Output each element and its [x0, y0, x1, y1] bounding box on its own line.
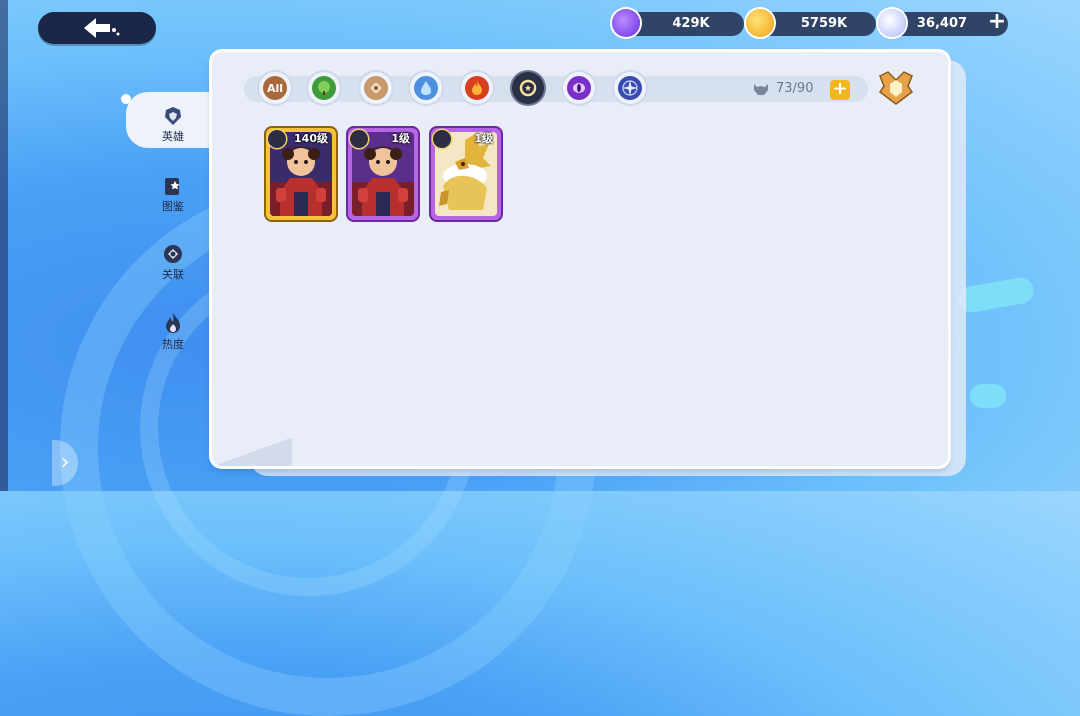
hero-panel: [212, 52, 948, 466]
hero-level: 140级: [294, 132, 328, 145]
energy-icon: [612, 9, 640, 37]
codex-icon: [165, 178, 180, 195]
active-dot: [121, 94, 131, 104]
hero-icon: [165, 107, 181, 125]
water-icon: [414, 76, 438, 100]
light-icon: [516, 76, 540, 100]
flame-icon: [166, 313, 180, 333]
gold-value: 5759K: [800, 16, 848, 31]
shield-emblem-icon[interactable]: [876, 70, 916, 106]
light-element-badge-icon: [433, 130, 451, 148]
light-element-badge-icon: [350, 130, 368, 148]
expand-capacity-button[interactable]: +: [830, 80, 850, 100]
currency-gold[interactable]: 5759K: [746, 9, 876, 37]
filter-all[interactable]: All: [259, 72, 291, 104]
back-arrow-icon: [84, 18, 120, 38]
filter-water[interactable]: [410, 72, 442, 104]
panel-corner: [212, 438, 292, 466]
fire-icon: [465, 76, 489, 100]
filter-light[interactable]: [512, 72, 544, 104]
energy-value: 429K: [672, 16, 710, 31]
hero-count: 73/90: [752, 81, 813, 96]
hero-count-value: 73/90: [776, 81, 814, 96]
link-icon: [164, 245, 182, 263]
currency-energy[interactable]: 429K: [612, 9, 744, 37]
add-diamond-button[interactable]: +: [986, 11, 1008, 34]
dark-eye-icon: [567, 76, 591, 100]
hero-card[interactable]: 1级: [348, 128, 418, 220]
filter-dark[interactable]: [563, 72, 595, 104]
screen-edge: [0, 0, 8, 491]
diamond-icon: [878, 9, 906, 37]
sidebar-item-heat[interactable]: 热度: [138, 312, 208, 352]
sidebar-item-codex[interactable]: 图鉴: [138, 176, 208, 214]
decor-pill: [956, 275, 1036, 315]
filter-nature[interactable]: [308, 72, 340, 104]
light-element-badge-icon: [268, 130, 286, 148]
beast-icon: [754, 83, 768, 95]
star-compass-icon: [618, 76, 642, 100]
hero-card[interactable]: 140级: [266, 128, 336, 220]
hero-card[interactable]: 1级: [431, 128, 501, 220]
diamond-value: 36,407: [916, 16, 968, 31]
all-icon: All: [263, 76, 287, 100]
sidebar-item-link[interactable]: 关联: [138, 244, 208, 282]
gold-coin-icon: [746, 9, 774, 37]
filter-earth[interactable]: [360, 72, 392, 104]
filter-star[interactable]: [614, 72, 646, 104]
decor-pill: [970, 384, 1006, 408]
sidebar-item-label: 关联: [162, 268, 184, 281]
tree-icon: [312, 76, 336, 100]
sidebar-item-hero[interactable]: 英雄: [138, 106, 208, 144]
sidebar-item-label: 图鉴: [162, 200, 184, 213]
filter-all-label: All: [266, 81, 284, 95]
filter-fire[interactable]: [461, 72, 493, 104]
hero-level: 1级: [474, 132, 493, 145]
sidebar-item-label: 英雄: [162, 130, 184, 143]
hero-level: 1级: [391, 132, 410, 145]
back-button[interactable]: [38, 12, 156, 44]
sidebar-item-label: 热度: [162, 338, 184, 351]
earth-icon: [364, 76, 388, 100]
